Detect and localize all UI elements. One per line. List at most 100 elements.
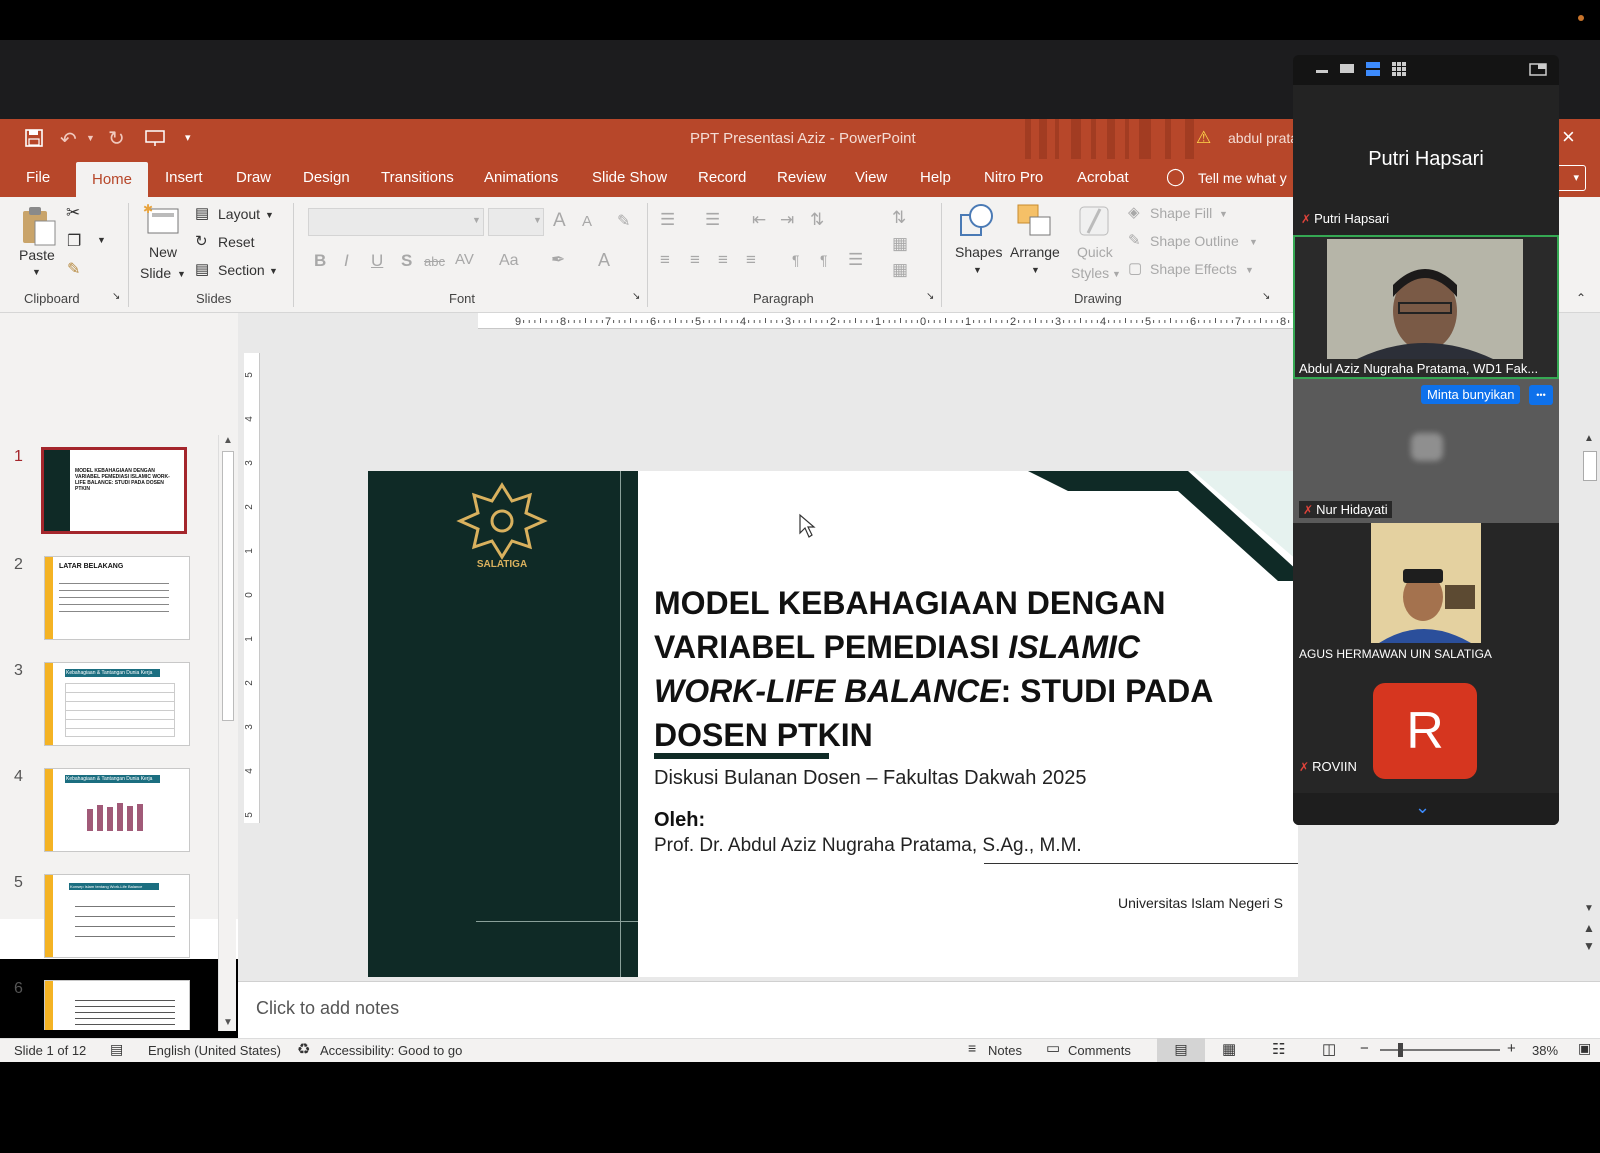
thumbs-scrollbar[interactable]: ▲ ▼ <box>218 435 236 1031</box>
reset-button[interactable]: Reset <box>218 234 255 250</box>
undo-dropdown-icon[interactable]: ▼ <box>86 133 95 143</box>
thumbnail-slide-4[interactable]: Kebahagiaan & Tantangan Dunia Kerja <box>44 768 190 852</box>
new-slide-label-2[interactable]: Slide <box>140 265 171 281</box>
notes-placeholder[interactable]: Click to add notes <box>256 998 399 1019</box>
layout-icon[interactable]: ▤ <box>195 204 209 222</box>
shrink-font-icon[interactable]: A <box>582 213 592 230</box>
tab-view[interactable]: View <box>851 159 891 197</box>
slideshow-icon[interactable]: ◫ <box>1322 1040 1336 1058</box>
zoom-in-icon[interactable]: + <box>1507 1040 1516 1057</box>
font-name-dropdown-icon[interactable]: ▼ <box>472 215 481 225</box>
align-left-icon[interactable]: ≡ <box>660 250 670 270</box>
quick-styles-label-2[interactable]: Styles <box>1071 265 1109 281</box>
tab-record[interactable]: Record <box>694 159 750 197</box>
speaker-view-icon[interactable] <box>1339 61 1355 75</box>
font-size-dropdown-icon[interactable]: ▼ <box>533 215 542 225</box>
scroll-thumb[interactable] <box>1583 451 1597 481</box>
section-dropdown-icon[interactable]: ▼ <box>269 266 278 276</box>
cut-icon[interactable]: ✂ <box>66 203 80 223</box>
strikethrough-button[interactable]: abc <box>424 254 445 269</box>
scroll-down-chevron-icon[interactable]: ⌄ <box>1415 797 1430 818</box>
tab-nitro-pro[interactable]: Nitro Pro <box>980 159 1047 197</box>
slide-count[interactable]: Slide 1 of 12 <box>14 1043 86 1058</box>
arrange-icon[interactable] <box>1016 203 1054 241</box>
align-right-icon[interactable]: ≡ <box>718 250 728 270</box>
change-case-button[interactable]: Aa <box>499 252 519 270</box>
language-status[interactable]: English (United States) <box>148 1043 281 1058</box>
scroll-up-icon[interactable]: ▲ <box>1584 433 1594 444</box>
tab-acrobat[interactable]: Acrobat <box>1073 159 1133 197</box>
quick-styles-dropdown-icon[interactable]: ▼ <box>1112 269 1121 279</box>
tab-slide-show[interactable]: Slide Show <box>588 159 671 197</box>
paste-button[interactable]: Paste <box>19 247 55 263</box>
decrease-indent-icon[interactable]: ⇤ <box>752 210 766 230</box>
layout-dropdown-icon[interactable]: ▼ <box>265 210 274 220</box>
tab-file[interactable]: File <box>22 159 54 197</box>
new-slide-dropdown-icon[interactable]: ▼ <box>177 269 186 279</box>
shape-outline-icon[interactable]: ✎ <box>1128 231 1141 249</box>
shape-effects-button[interactable]: Shape Effects <box>1150 261 1237 277</box>
italic-button[interactable]: I <box>344 251 349 271</box>
grid-view-icon[interactable] <box>1391 61 1407 77</box>
participant-tile-active[interactable]: Abdul Aziz Nugraha Pratama, WD1 Fak... <box>1293 235 1559 379</box>
participant-tile[interactable]: R ✗ ROVIIN <box>1293 673 1559 793</box>
scroll-up-icon[interactable]: ▲ <box>223 435 233 446</box>
thumbnail-slide-3[interactable]: Kebahagiaan & Tantangan Dunia Kerja <box>44 662 190 746</box>
clear-format-icon[interactable]: ✎ <box>617 211 630 231</box>
character-spacing-icon[interactable]: AV <box>455 251 474 268</box>
more-options-button[interactable]: ••• <box>1529 385 1553 405</box>
ask-to-unmute-button[interactable]: Minta bunyikan <box>1421 385 1521 404</box>
comments-icon[interactable]: ▭ <box>1046 1039 1060 1057</box>
quick-styles-label-1[interactable]: Quick <box>1077 244 1113 260</box>
font-name-box[interactable] <box>308 208 484 236</box>
scroll-down-icon[interactable]: ▼ <box>223 1017 233 1028</box>
bold-button[interactable]: B <box>314 251 326 271</box>
notes-icon[interactable]: ≡ <box>968 1040 976 1056</box>
tab-draw[interactable]: Draw <box>232 159 275 197</box>
previous-slide-icon[interactable]: ▲ <box>1583 921 1595 935</box>
arrange-button[interactable]: Arrange <box>1010 244 1060 260</box>
save-icon[interactable] <box>25 129 43 147</box>
thumbnail-slide-6[interactable] <box>44 980 190 1030</box>
tab-review[interactable]: Review <box>773 159 830 197</box>
exit-panel-icon[interactable] <box>1529 61 1547 77</box>
section-icon[interactable]: ▤ <box>195 260 209 278</box>
shapes-button[interactable]: Shapes <box>955 244 1002 260</box>
participant-tile[interactable]: AGUS HERMAWAN UIN SALATIGA <box>1293 523 1559 673</box>
columns-icon[interactable]: ☰ <box>848 250 863 270</box>
rtl-icon[interactable]: ¶ <box>792 252 800 268</box>
quick-styles-icon[interactable] <box>1076 203 1114 241</box>
format-painter-icon[interactable]: ✎ <box>67 259 80 279</box>
ltr-icon[interactable]: ¶ <box>820 252 828 268</box>
numbering-icon[interactable]: ☰ <box>705 210 720 230</box>
shape-fill-icon[interactable]: ◈ <box>1128 203 1140 221</box>
reading-view-icon[interactable]: ☷ <box>1272 1040 1285 1058</box>
minimize-icon[interactable] <box>1315 61 1329 75</box>
shape-outline-dropdown-icon[interactable]: ▼ <box>1249 237 1258 247</box>
tab-insert[interactable]: Insert <box>161 159 207 197</box>
font-color-icon[interactable]: A <box>598 250 610 271</box>
thumbnail-slide-2[interactable]: LATAR BELAKANG <box>44 556 190 640</box>
align-text-icon[interactable]: ▦ <box>892 234 908 254</box>
shadow-button[interactable]: S <box>401 251 412 271</box>
shape-outline-button[interactable]: Shape Outline <box>1150 233 1239 249</box>
increase-indent-icon[interactable]: ⇥ <box>780 210 794 230</box>
participant-tile-speaker[interactable]: Putri Hapsari ✗ Putri Hapsari <box>1293 85 1559 235</box>
new-slide-icon[interactable]: ✱ <box>142 202 182 239</box>
warning-icon[interactable]: ⚠ <box>1196 128 1211 148</box>
next-slide-icon[interactable]: ▼ <box>1583 939 1595 953</box>
arrange-dropdown-icon[interactable]: ▼ <box>1031 265 1040 275</box>
grow-font-icon[interactable]: A <box>553 210 566 232</box>
undo-icon[interactable]: ↶ <box>60 127 77 152</box>
highlight-icon[interactable]: ✒ <box>551 250 565 270</box>
participant-tile[interactable]: Minta bunyikan ••• ✗ Nur Hidayati <box>1293 379 1559 523</box>
paste-dropdown-icon[interactable]: ▼ <box>32 267 41 277</box>
justify-icon[interactable]: ≡ <box>746 250 756 270</box>
notes-pane[interactable]: Click to add notes <box>238 981 1600 1038</box>
redo-icon[interactable]: ↻ <box>108 126 125 151</box>
scroll-thumb[interactable] <box>222 451 234 721</box>
spellcheck-icon[interactable]: ▤ <box>110 1041 123 1058</box>
copy-icon[interactable]: ❐ <box>67 231 81 251</box>
shapes-dropdown-icon[interactable]: ▼ <box>973 265 982 275</box>
fit-to-window-icon[interactable]: ▣ <box>1578 1040 1591 1057</box>
